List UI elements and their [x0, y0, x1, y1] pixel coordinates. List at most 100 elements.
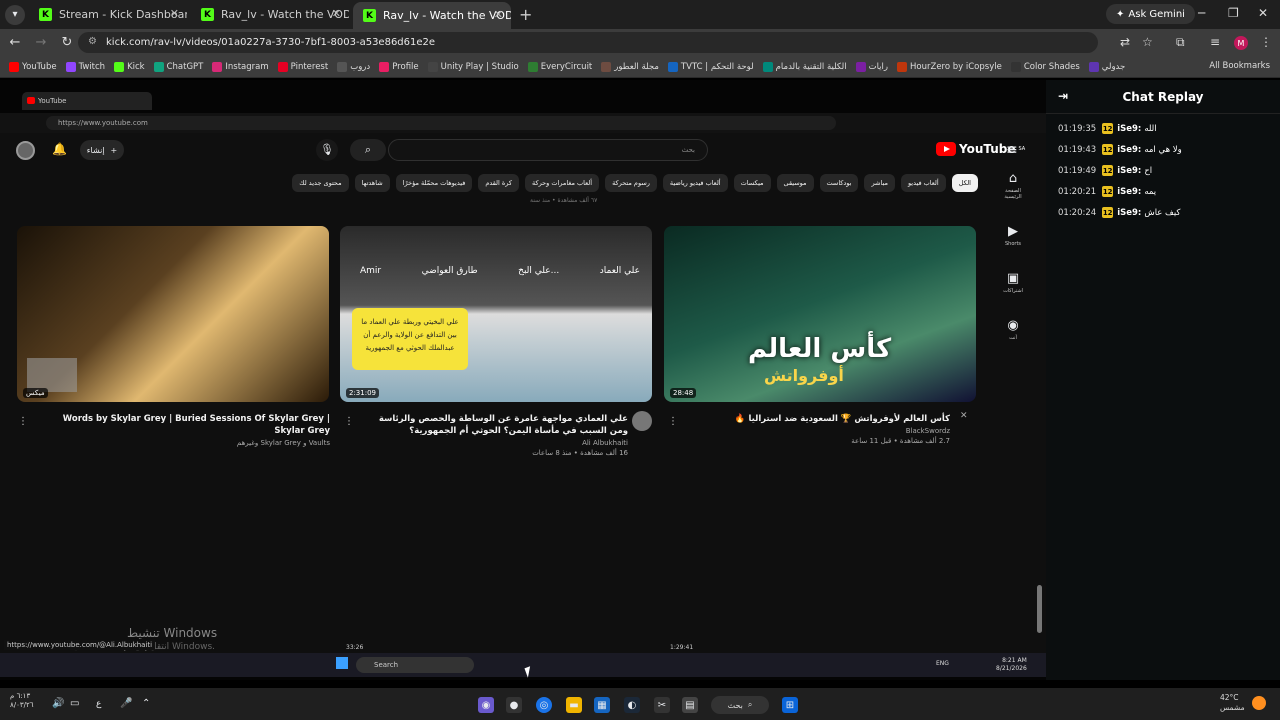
chat-timestamp: 01:19:35 [1058, 123, 1097, 134]
create-button: إنشاء + [80, 140, 124, 160]
bookmark-item[interactable]: دروب [337, 61, 370, 72]
windows-start-icon[interactable]: ⊞ [782, 697, 798, 713]
bookmark-label: HourZero by iCopsyle [910, 61, 1002, 72]
media-icon[interactable]: ≡ [1210, 35, 1220, 49]
site-info-icon[interactable]: ⚙ [88, 36, 97, 47]
minimize-button[interactable]: ─ [1198, 6, 1205, 20]
filter-chip: ألعاب مغامرات وحركة [524, 174, 600, 192]
collapse-chat-icon[interactable]: ⇥ [1058, 89, 1068, 103]
maximize-button[interactable]: ❐ [1228, 6, 1239, 20]
language-indicator[interactable]: ع [96, 699, 101, 709]
bookmark-label: الكلية التقنية بالدمام [775, 61, 847, 72]
notepad-icon[interactable]: ▤ [682, 697, 698, 713]
shorts-icon: ▶ [1008, 224, 1018, 239]
video-channel: Vaults و Skylar Grey وغيرهم [236, 439, 330, 447]
bookmark-item[interactable]: Color Shades [1010, 61, 1080, 72]
bookmark-item[interactable]: HourZero by iCopsyle [897, 61, 1002, 72]
tab-kick-vod[interactable]: K Rav_lv - Watch the VOD on Kick ✕ [191, 1, 349, 28]
bookmark-item[interactable]: Unity Play | Studio [427, 61, 519, 72]
filter-chip: محتوى جديد لك [292, 174, 349, 192]
kick-favicon: K [39, 8, 52, 21]
bookmark-label: Kick [127, 61, 145, 72]
menu-icon[interactable]: ⋮ [1260, 35, 1272, 49]
bookmark-item[interactable]: Profile [379, 61, 419, 72]
bookmark-item[interactable]: EveryCircuit [527, 61, 592, 72]
weather-widget[interactable]: 42°C مشمس [1220, 693, 1245, 713]
guide-item-subscriptions: ▣ اشتراكات [998, 271, 1028, 294]
inner-tab-strip: YouTube [0, 90, 1046, 112]
bookmark-favicon [153, 61, 164, 72]
create-label: إنشاء [86, 145, 105, 155]
tab-kick-dashboard[interactable]: K Stream - Kick Dashboard ✕ [29, 1, 187, 28]
chrome-icon[interactable]: ◎ [536, 697, 552, 713]
inner-address-bar: https://www.youtube.com [0, 113, 1046, 133]
youtube-favicon [27, 97, 35, 104]
all-bookmarks-button[interactable]: All Bookmarks [1209, 61, 1270, 71]
mix-badge: ميكس [23, 388, 48, 398]
chevron-up-icon[interactable]: ⌃ [142, 698, 150, 709]
taskbar-search-label: بحث [727, 700, 743, 710]
bookmark-favicon [601, 61, 612, 72]
microphone-icon[interactable]: 🎤 [120, 698, 132, 709]
bookmark-item[interactable]: Kick [114, 61, 145, 72]
url-field[interactable]: ⚙ kick.com/rav-lv/videos/01a0227a-3730-7… [78, 32, 1098, 53]
bookmark-item[interactable]: YouTube [9, 61, 57, 72]
chat-replay-panel: ⇥ Chat Replay 01:19:35 12 iSe9: الله 01:19:4… [1046, 80, 1280, 680]
network-icon[interactable]: ▭ [70, 698, 79, 709]
guide-item-shorts: ▶ Shorts [998, 224, 1028, 247]
kick-favicon: K [201, 8, 214, 21]
close-icon[interactable]: ✕ [494, 8, 503, 21]
inner-date: 8/21/2026 [996, 665, 1027, 672]
bookmark-item[interactable]: Pinterest [277, 61, 328, 72]
chat-timestamp: 01:19:49 [1058, 165, 1097, 176]
dismiss-icon: ✕ [960, 411, 968, 421]
video-title: Words by Skylar Grey | Buried Sessions O… [62, 414, 330, 436]
bell-icon: 🔔 [52, 142, 67, 156]
app-icon-copilot[interactable]: ◉ [478, 697, 494, 713]
bookmark-item[interactable]: جدولي [1088, 61, 1125, 72]
profile-avatar[interactable]: M [1234, 36, 1248, 50]
url-text: kick.com/rav-lv/videos/01a0227a-3730-7bf… [106, 37, 436, 48]
taskbar-search[interactable]: بحث ⌕ [711, 696, 769, 714]
extensions-icon[interactable]: ⧉ [1176, 35, 1185, 50]
reload-icon[interactable]: ↻ [56, 35, 78, 50]
more-options-icon: ⋮ [344, 416, 354, 427]
bookmark-label: Unity Play | Studio [440, 61, 519, 72]
video-meta: كأس العالم لأوفرواتش 🏆 السعودية ضد استرا… [682, 413, 950, 445]
bookmark-item[interactable]: رايات [855, 61, 888, 72]
vod-player[interactable]: YouTube https://www.youtube.com 🔔 إنشاء +… [0, 80, 1046, 680]
bookmark-item[interactable]: مجلة العطور [601, 61, 659, 72]
bookmark-item[interactable]: Twitch [65, 61, 106, 72]
bookmark-item[interactable]: ChatGPT [153, 61, 203, 72]
app-icon-recorder[interactable]: ● [506, 697, 522, 713]
thumbnail-name: علي العماد [599, 266, 640, 276]
youtube-mini-guide: ⌂ الصفحة الرئيسية ▶ Shorts ▣ اشتراكات ◉ أنت [998, 171, 1028, 365]
bookmark-item[interactable]: Instagram [212, 61, 269, 72]
ask-gemini-button[interactable]: ✦ Ask Gemini [1106, 4, 1195, 24]
system-clock[interactable]: ٦:١٣ م ٨/٠٣/٢٦ [10, 692, 34, 710]
back-icon[interactable]: ← [4, 35, 26, 50]
close-icon[interactable]: ✕ [332, 7, 341, 20]
snipping-tool-icon[interactable]: ✂ [654, 697, 670, 713]
bookmark-label: Twitch [78, 61, 106, 72]
steam-icon[interactable]: ◐ [624, 697, 640, 713]
bookmark-item[interactable]: الكلية التقنية بالدمام [762, 61, 847, 72]
store-icon[interactable]: ▦ [594, 697, 610, 713]
forward-icon[interactable]: → [30, 35, 52, 50]
youtube-play-icon [936, 142, 956, 156]
translate-icon[interactable]: ⇄ [1120, 35, 1130, 49]
close-icon[interactable]: ✕ [170, 7, 179, 20]
close-window-button[interactable]: ✕ [1258, 6, 1268, 20]
tab-search-button[interactable]: ▾ [5, 4, 25, 25]
file-explorer-icon[interactable]: ▬ [566, 697, 582, 713]
bookmark-item[interactable]: TVTC | لوحة التحكم [667, 61, 754, 72]
volume-icon[interactable]: 🔊 [52, 698, 64, 709]
video-title: كأس العالم لأوفرواتش 🏆 السعودية ضد استرا… [734, 414, 950, 424]
guide-label: Shorts [1004, 241, 1022, 247]
thumbnail-title: كأس العالم [748, 334, 892, 364]
tab-kick-vod-active[interactable]: K Rav_lv - Watch the VOD on Kick ✕ [353, 2, 511, 29]
bookmark-star-icon[interactable]: ☆ [1142, 35, 1153, 49]
bookmark-favicon [9, 61, 19, 72]
new-tab-button[interactable]: + [519, 5, 532, 24]
browser-tab-strip: ▾ K Stream - Kick Dashboard ✕ K Rav_lv -… [0, 0, 1280, 29]
